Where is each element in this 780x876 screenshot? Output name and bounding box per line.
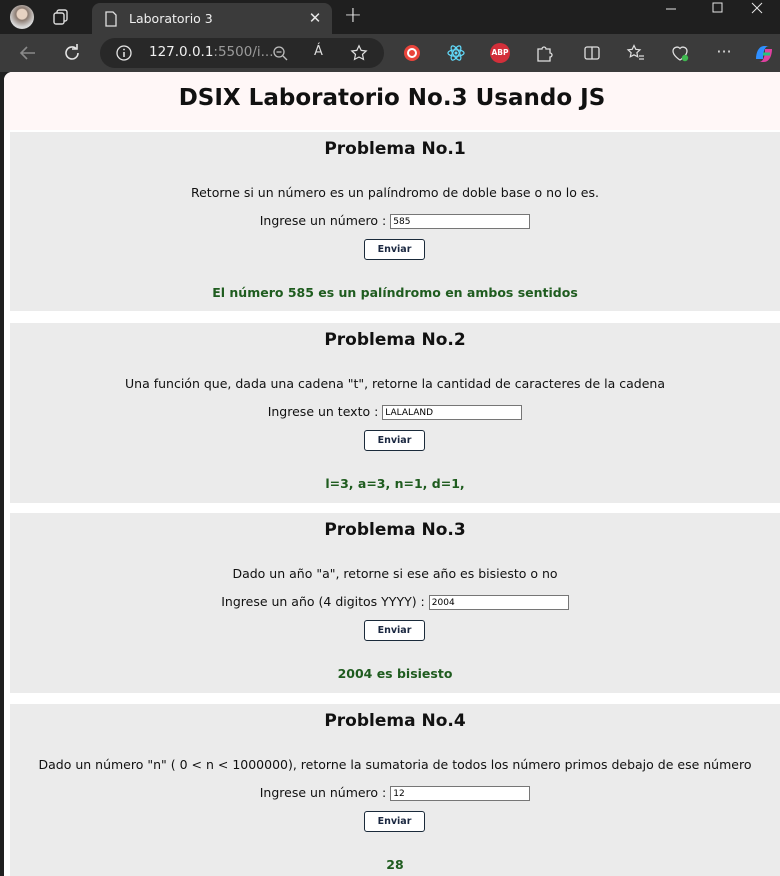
read-aloud-icon[interactable]: Á xyxy=(314,44,323,59)
browser-tab-bar: Laboratorio 3 ✕ + xyxy=(0,0,780,34)
input-label: Ingrese un número : xyxy=(259,213,387,228)
page-header: DSIX Laboratorio No.3 Usando JS xyxy=(4,72,780,130)
result-text: l=3, a=3, n=1, d=1, xyxy=(325,476,465,491)
result-text: El número 585 es un palíndromo en ambos … xyxy=(212,285,578,300)
browser-toolbar: 127.0.0.1:5500/i... Á ABP ··· xyxy=(0,34,780,72)
address-bar[interactable]: 127.0.0.1:5500/i... Á xyxy=(100,38,384,68)
problem-heading: Problema No.2 xyxy=(324,330,466,350)
problem-description: Retorne si un número es un palíndromo de… xyxy=(190,185,599,200)
enviar-button[interactable]: Enviar xyxy=(364,430,425,451)
number-input[interactable] xyxy=(390,786,531,801)
react-devtools-icon[interactable] xyxy=(446,43,466,63)
new-tab-icon[interactable]: + xyxy=(342,5,364,27)
split-screen-icon[interactable] xyxy=(582,43,602,63)
input-label: Ingrese un año (4 digitos YYYY) : xyxy=(221,594,425,609)
problem-3-section: Problema No.3 Dado un año "a", retorne s… xyxy=(10,513,780,693)
input-row: Ingrese un número : xyxy=(10,785,780,801)
tab-title: Laboratorio 3 xyxy=(129,11,213,26)
close-tab-icon[interactable]: ✕ xyxy=(306,9,324,27)
input-row: Ingrese un número : xyxy=(10,213,780,229)
zoom-out-icon[interactable] xyxy=(272,45,288,61)
input-row: Ingrese un texto : xyxy=(10,404,780,420)
enviar-button[interactable]: Enviar xyxy=(364,239,425,260)
extensions-icon[interactable] xyxy=(534,43,554,63)
page-title: DSIX Laboratorio No.3 Usando JS xyxy=(178,85,606,111)
adblock-icon[interactable]: ABP xyxy=(490,43,510,63)
browser-essentials-icon[interactable] xyxy=(670,43,690,63)
problem-heading: Problema No.4 xyxy=(324,711,466,731)
year-input[interactable] xyxy=(428,595,569,610)
enviar-button[interactable]: Enviar xyxy=(364,620,425,641)
ext-red-icon[interactable] xyxy=(402,43,422,63)
refresh-icon[interactable] xyxy=(60,41,84,65)
input-label: Ingrese un número : xyxy=(259,785,387,800)
result-text: 2004 es bisiesto xyxy=(337,666,453,681)
problem-description: Dado un año "a", retorne si ese año es b… xyxy=(232,566,558,581)
document-icon xyxy=(105,11,117,27)
info-icon[interactable] xyxy=(116,45,132,61)
number-input[interactable] xyxy=(390,214,531,229)
problem-heading: Problema No.1 xyxy=(324,139,466,159)
problem-heading: Problema No.3 xyxy=(324,520,466,540)
minimize-icon[interactable] xyxy=(648,0,694,34)
more-icon[interactable]: ··· xyxy=(714,43,734,63)
result-text: 28 xyxy=(386,857,404,872)
url-text[interactable]: 127.0.0.1:5500/i... xyxy=(149,44,274,60)
input-label: Ingrese un texto : xyxy=(267,404,379,419)
copilot-icon[interactable] xyxy=(752,43,776,65)
problem-4-section: Problema No.4 Dado un número "n" ( 0 < n… xyxy=(10,704,780,876)
text-input[interactable] xyxy=(382,405,523,420)
profile-avatar[interactable] xyxy=(10,5,34,29)
input-row: Ingrese un año (4 digitos YYYY) : xyxy=(10,594,780,610)
problem-description: Dado un número "n" ( 0 < n < 1000000), r… xyxy=(38,757,752,772)
page-viewport: DSIX Laboratorio No.3 Usando JS Problema… xyxy=(4,72,780,876)
close-window-icon[interactable] xyxy=(734,0,780,34)
workspaces-icon[interactable] xyxy=(52,8,70,26)
problem-2-section: Problema No.2 Una función que, dada una … xyxy=(10,323,780,503)
star-icon[interactable] xyxy=(350,44,368,62)
back-icon[interactable] xyxy=(16,41,40,65)
problem-description: Una función que, dada una cadena "t", re… xyxy=(125,376,665,391)
problem-1-section: Problema No.1 Retorne si un número es un… xyxy=(10,132,780,311)
enviar-button[interactable]: Enviar xyxy=(364,811,425,832)
browser-tab[interactable]: Laboratorio 3 ✕ xyxy=(92,3,332,34)
favorites-icon[interactable] xyxy=(626,43,646,63)
